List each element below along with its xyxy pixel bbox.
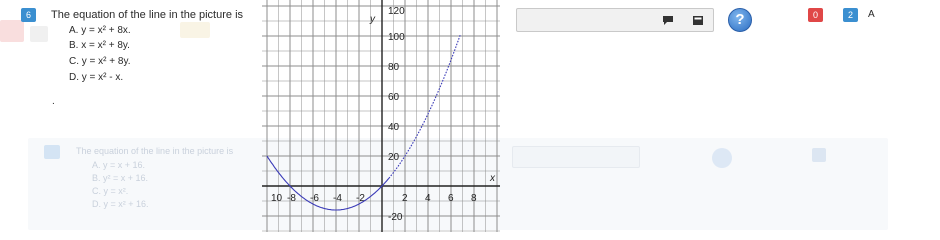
y-tick-label: 60 [388, 92, 400, 103]
calculator-icon[interactable] [691, 14, 705, 26]
option-d: D. y = x² - x. [69, 72, 124, 83]
question-number-badge: 6 [21, 8, 36, 22]
ghost-option: A. y = x + 16. [92, 160, 146, 170]
question-text: The equation of the line in the picture … [51, 9, 244, 21]
answer-input[interactable] [516, 8, 714, 32]
grid [262, 0, 500, 232]
trailing-mark: . [52, 96, 55, 107]
y-tick-label: 20 [388, 152, 400, 163]
x-tick-label: 6 [448, 193, 454, 204]
option-a: A. y = x² + 8x. [69, 25, 131, 36]
tick-labels: 10 -8 -6 -4 -2 2 4 6 8 120 100 80 60 40 20 -20 [271, 6, 477, 223]
parabola-curve [388, 34, 461, 179]
ghost-option: C. y = x². [92, 186, 129, 196]
x-tick-label: 4 [425, 193, 431, 204]
parabola-graph: 10 -8 -6 -4 -2 2 4 6 8 120 100 80 60 40 20 -20 x y [262, 0, 500, 232]
x-axis-label: x [489, 173, 496, 184]
ghost-option: D. y = x² + 16. [92, 199, 149, 209]
y-axis-label: y [369, 14, 376, 25]
option-b: B. x = x² + 8y. [69, 40, 130, 51]
x-tick-label: 2 [402, 193, 408, 204]
y-tick-label: 100 [388, 32, 405, 43]
x-tick-label: -4 [333, 193, 342, 204]
answer-letter: A [868, 9, 875, 20]
y-tick-label: 40 [388, 122, 400, 133]
y-tick-label: -20 [388, 212, 403, 223]
wrong-count-badge: 0 [808, 8, 823, 22]
y-tick-label: 120 [388, 6, 405, 17]
x-tick-label: -6 [310, 193, 319, 204]
option-c: C. y = x² + 8y. [69, 56, 131, 67]
x-tick-label: -2 [356, 193, 365, 204]
comment-icon[interactable] [661, 14, 675, 26]
y-tick-label: 80 [388, 62, 400, 73]
help-icon[interactable]: ? [728, 8, 752, 32]
ghost-question-text: The equation of the line in the picture … [76, 146, 234, 156]
x-tick-label: 10 [271, 193, 283, 204]
ghost-option: B. y² = x + 16. [92, 173, 149, 183]
x-tick-label: 8 [471, 193, 477, 204]
x-tick-label: -8 [287, 193, 296, 204]
axes [262, 0, 500, 232]
right-count-badge: 2 [843, 8, 858, 22]
